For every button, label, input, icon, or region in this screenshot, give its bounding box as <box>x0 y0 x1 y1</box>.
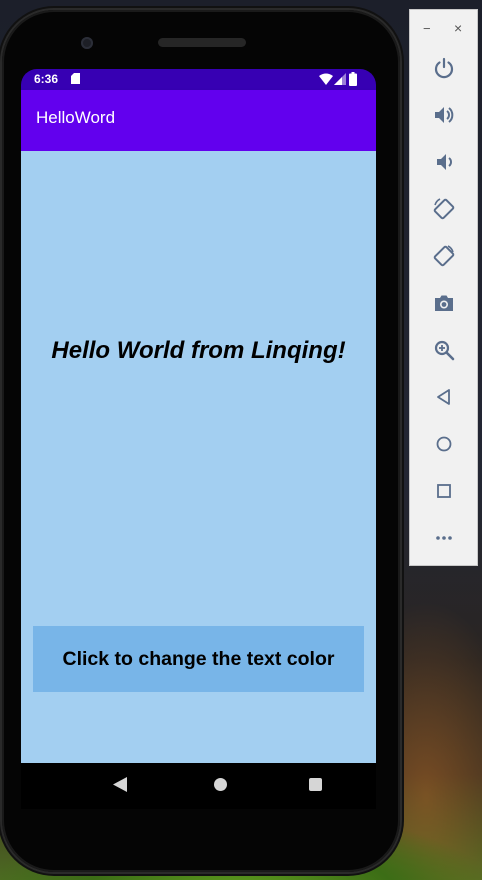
back-button[interactable] <box>428 381 460 413</box>
rotate-left-button[interactable] <box>428 193 460 225</box>
app-bar: HelloWord <box>21 90 376 151</box>
more-icon <box>436 536 452 540</box>
overview-icon <box>437 484 451 498</box>
more-button[interactable] <box>428 522 460 554</box>
camera-icon <box>435 295 453 311</box>
change-color-button[interactable]: Click to change the text color <box>33 626 364 692</box>
sd-card-icon <box>71 73 80 84</box>
rotate-right-button[interactable] <box>428 240 460 272</box>
hello-text: Hello World from Linqing! <box>51 337 346 364</box>
volume-down-icon <box>437 154 452 170</box>
back-icon <box>437 389 450 405</box>
nav-recents-icon[interactable] <box>309 778 322 791</box>
phone-screen: 6:36 HelloWord Hello World from Linqing!… <box>21 69 376 789</box>
power-icon <box>434 57 454 79</box>
battery-icon <box>349 72 357 86</box>
navigation-bar <box>21 763 376 809</box>
screenshot-button[interactable] <box>428 287 460 319</box>
main-content: Hello World from Linqing! Click to chang… <box>21 151 376 763</box>
close-button[interactable]: × <box>454 20 462 36</box>
minimize-button[interactable]: − <box>423 21 431 36</box>
earpiece-speaker <box>158 38 246 47</box>
signal-icon <box>334 73 346 85</box>
nav-home-icon[interactable] <box>214 778 227 791</box>
power-button[interactable] <box>428 52 460 84</box>
zoom-icon <box>434 340 455 361</box>
app-title: HelloWord <box>36 108 116 127</box>
rotate-left-icon <box>433 198 455 220</box>
overview-button[interactable] <box>428 475 460 507</box>
front-camera <box>81 37 93 49</box>
zoom-button[interactable] <box>428 334 460 366</box>
volume-up-button[interactable] <box>428 99 460 131</box>
volume-up-icon <box>435 107 454 123</box>
home-icon <box>436 436 452 452</box>
status-bar: 6:36 <box>21 69 376 90</box>
nav-back-icon[interactable] <box>113 777 127 792</box>
home-button[interactable] <box>428 428 460 460</box>
wifi-icon <box>319 73 333 85</box>
volume-down-button[interactable] <box>428 146 460 178</box>
emulator-toolbar: − × <box>409 9 478 566</box>
status-time: 6:36 <box>34 72 59 86</box>
rotate-right-icon <box>433 245 455 267</box>
